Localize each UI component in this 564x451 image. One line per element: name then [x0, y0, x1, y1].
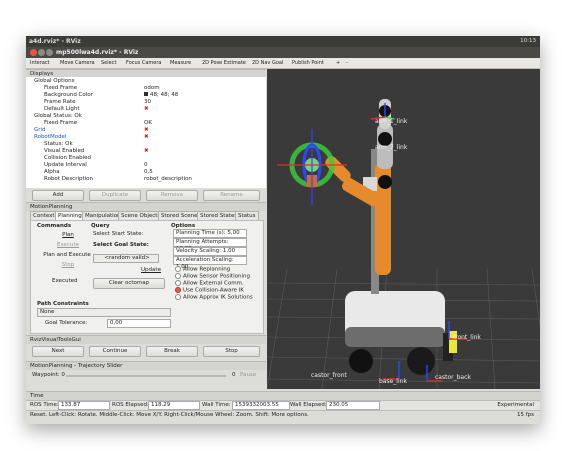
commands-title: Commands	[37, 223, 72, 229]
allow-external-comm-checkbox[interactable]: Allow External Comm.	[175, 280, 244, 287]
mobile-base	[345, 291, 457, 375]
motion-planning-tabs: Context Planning Manipulation Scene Obje…	[30, 211, 266, 221]
system-bar-title: a4d.rviz* - RViz	[29, 38, 81, 45]
maximize-icon[interactable]	[46, 49, 53, 56]
continue-button[interactable]: Continue	[89, 346, 141, 357]
tool-publish-point[interactable]: Publish Point	[292, 60, 324, 66]
tree-row[interactable]: Grid ✖	[26, 127, 266, 134]
close-icon[interactable]	[30, 49, 37, 56]
label-castor-front: castor_front	[311, 372, 348, 379]
minimize-icon[interactable]	[38, 49, 45, 56]
tree-row[interactable]: Alpha 0,5	[26, 169, 266, 176]
motion-planning-header: MotionPlanning	[26, 202, 266, 211]
plan-button[interactable]: Plan	[51, 231, 85, 240]
tree-row[interactable]: Default Light ✖	[26, 106, 266, 113]
tool-2d-pose-estimate[interactable]: 2D Pose Estimate	[202, 60, 246, 66]
wall-elapsed-field: 230.05	[326, 401, 380, 410]
label-base-link: base_link	[379, 378, 407, 385]
stop-visual-button[interactable]: Stop	[203, 346, 260, 357]
trajectory-slider[interactable]	[66, 375, 226, 377]
label-arm-1: arm_1_link	[375, 118, 408, 125]
tree-row[interactable]: Fixed Frame OK	[26, 120, 266, 127]
tree-row[interactable]: Status: Ok	[26, 141, 266, 148]
tool-interact[interactable]: Interact	[30, 60, 50, 66]
acceleration-scaling-field[interactable]: Acceleration Scaling: 1,00	[173, 256, 247, 270]
wall-time-field: 1539332003.55	[232, 401, 290, 410]
path-constraints-select[interactable]: None	[37, 308, 171, 317]
execution-status: Executed	[52, 278, 78, 284]
pause-button[interactable]: Pause	[240, 372, 256, 378]
ros-time-field: 133.87	[58, 401, 110, 410]
rviz-visual-tools-header: RvizVisualToolsGui	[26, 335, 266, 344]
label-arm-7: arm_7_link	[375, 144, 408, 151]
planning-tab-panel: Commands Plan Execute Plan and Execute S…	[30, 220, 264, 334]
fps-readout: 15 fps	[516, 412, 534, 418]
tree-row[interactable]: Background Color 48; 48; 48	[26, 92, 266, 99]
tree-row[interactable]: Frame Rate 30	[26, 99, 266, 106]
robot-arm	[325, 99, 393, 294]
tool-add-icon[interactable]: +	[336, 60, 340, 66]
3d-viewport[interactable]: arm_1_link arm_7_link front_link castor_…	[267, 69, 540, 389]
ros-elapsed-field: 118.29	[148, 401, 200, 410]
goal-tolerance-field[interactable]: 0,00	[107, 319, 171, 328]
tool-toolbar: Interact Move Camera Select Focus Camera…	[26, 58, 540, 69]
clear-octomap-button[interactable]: Clear octomap	[93, 278, 165, 289]
break-button[interactable]: Break	[146, 346, 198, 357]
waypoint-label: Waypoint: 0	[32, 372, 65, 378]
tool-move-camera[interactable]: Move Camera	[60, 60, 95, 66]
tree-row[interactable]: RobotModel ✖	[26, 134, 266, 141]
mouse-hint: Reset. Left-Click: Rotate. Middle-Click:…	[30, 412, 309, 418]
label-front-link: front_link	[453, 334, 481, 341]
tool-measure[interactable]: Measure	[170, 60, 191, 66]
label-castor-back: castor_back	[435, 374, 471, 381]
tree-row[interactable]: Global Status: Ok	[26, 113, 266, 120]
hint-bar: Reset. Left-Click: Rotate. Middle-Click:…	[26, 410, 540, 420]
goal-state-select[interactable]: <random valid>	[93, 254, 159, 263]
stop-button[interactable]: Stop	[51, 261, 85, 270]
left-dock: Displays Global Options Fixed Frame odom …	[26, 69, 266, 389]
tree-row[interactable]: Global Options	[26, 78, 266, 85]
tool-select[interactable]: Select	[101, 60, 116, 66]
execute-button[interactable]: Execute	[51, 241, 85, 250]
tool-remove-icon[interactable]: -	[346, 60, 348, 66]
system-bar: a4d.rviz* - RViz 10:13	[26, 36, 540, 47]
update-button[interactable]: Update	[139, 266, 163, 275]
add-display-button[interactable]: Add	[32, 190, 84, 201]
path-constraints-title: Path Constraints	[37, 301, 89, 307]
system-clock: 10:13	[520, 38, 536, 44]
rename-display-button[interactable]: Rename	[203, 190, 260, 201]
select-start-label: Select Start State:	[93, 231, 144, 237]
robot-scene: arm_1_link arm_7_link front_link castor_…	[267, 99, 540, 389]
use-collision-aware-ik-checkbox[interactable]: Use Collision-Aware IK	[175, 287, 244, 294]
displays-tree[interactable]: Global Options Fixed Frame odom Backgroun…	[26, 77, 266, 188]
planning-time-field[interactable]: Planning Time (s): 5,00	[173, 229, 247, 238]
slider-value: 0	[232, 372, 236, 378]
allow-approx-ik-checkbox[interactable]: Allow Approx IK Solutions	[175, 294, 253, 301]
tool-2d-nav-goal[interactable]: 2D Nav Goal	[252, 60, 283, 66]
tool-focus-camera[interactable]: Focus Camera	[126, 60, 162, 66]
remove-display-button[interactable]: Remove	[146, 190, 198, 201]
allow-sensor-positioning-checkbox[interactable]: Allow Sensor Positioning	[175, 273, 250, 280]
query-title: Query	[91, 223, 110, 229]
tree-row[interactable]: Visual Enabled ✖	[26, 148, 266, 155]
duplicate-display-button[interactable]: Duplicate	[89, 190, 141, 201]
window-titlebar: mp500lwa4d.rviz* - RViz	[26, 47, 540, 58]
select-goal-label: Select Goal State:	[93, 242, 149, 248]
window-title: mp500lwa4d.rviz* - RViz	[56, 49, 139, 56]
tree-row[interactable]: Collision Enabled	[26, 155, 266, 162]
tree-row[interactable]: Update Interval 0	[26, 162, 266, 169]
allow-replanning-checkbox[interactable]: Allow Replanning	[175, 266, 230, 273]
time-header: Time	[26, 391, 540, 400]
tree-row[interactable]: Robot Description robot_description	[26, 176, 266, 183]
trajectory-slider-header: MotionPlanning - Trajectory Slider	[26, 361, 266, 370]
plan-and-execute-button[interactable]: Plan and Execute	[39, 251, 95, 260]
time-bar: ROS Time: 133.87 ROS Elapsed: 118.29 Wal…	[26, 400, 540, 410]
velocity-scaling-field[interactable]: Velocity Scaling: 1,00	[173, 247, 247, 256]
tree-row[interactable]: Fixed Frame odom	[26, 85, 266, 92]
experimental-checkbox[interactable]: Experimental	[497, 402, 534, 408]
planning-attempts-field[interactable]: Planning Attempts: 10,00	[173, 238, 247, 252]
goal-tolerance-label: Goal Tolerance:	[45, 320, 88, 326]
rviz-window: a4d.rviz* - RViz 10:13 mp500lwa4d.rviz* …	[26, 36, 540, 424]
next-button[interactable]: Next	[32, 346, 84, 357]
